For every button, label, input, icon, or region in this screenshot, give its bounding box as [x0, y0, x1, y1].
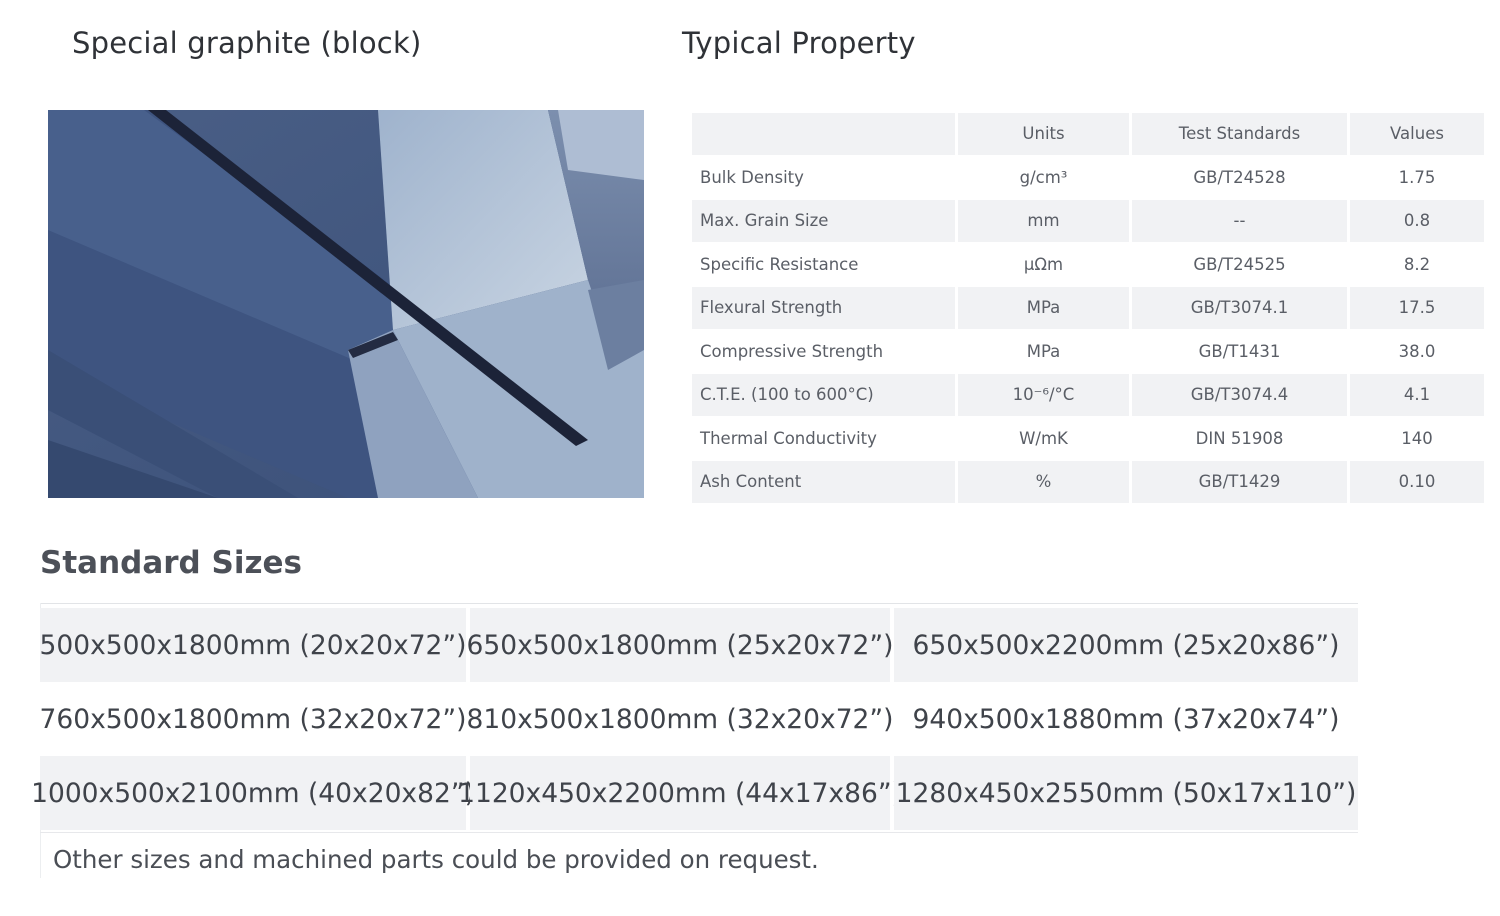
- header-test-standards: Test Standards: [1132, 113, 1350, 157]
- header-blank: [692, 113, 958, 157]
- property-value: 0.8: [1350, 200, 1484, 244]
- property-table: Units Test Standards Values Bulk Density…: [692, 113, 1484, 505]
- property-value: 1.75: [1350, 156, 1484, 200]
- table-row: C.T.E. (100 to 600°C) 10⁻⁶/°C GB/T3074.4…: [692, 374, 1484, 418]
- size-cell: 810x500x1800mm (32x20x72”): [467, 682, 894, 756]
- typical-property-title: Typical Property: [682, 26, 916, 60]
- sizes-row: 1000x500x2100mm (40x20x82”) 1120x450x220…: [31, 756, 1358, 830]
- table-row: Specific Resistance μΩm GB/T24525 8.2: [692, 243, 1484, 287]
- size-cell: 500x500x1800mm (20x20x72”): [40, 608, 470, 682]
- graphite-block-photo: [48, 110, 644, 498]
- property-standard: GB/T24528: [1132, 156, 1350, 200]
- property-value: 17.5: [1350, 287, 1484, 331]
- property-value: 4.1: [1350, 374, 1484, 418]
- property-name: Ash Content: [692, 461, 958, 505]
- divider: [40, 603, 1358, 604]
- property-name: Specific Resistance: [692, 243, 958, 287]
- property-value: 8.2: [1350, 243, 1484, 287]
- property-standard: GB/T3074.4: [1132, 374, 1350, 418]
- table-row: Thermal Conductivity W/mK DIN 51908 140: [692, 417, 1484, 461]
- property-unit: MPa: [958, 330, 1132, 374]
- product-title: Special graphite (block): [72, 26, 422, 60]
- standard-sizes-grid: 500x500x1800mm (20x20x72”) 650x500x1800m…: [31, 608, 1358, 830]
- property-standard: GB/T1431: [1132, 330, 1350, 374]
- property-name: Max. Grain Size: [692, 200, 958, 244]
- property-value: 38.0: [1350, 330, 1484, 374]
- property-unit: 10⁻⁶/°C: [958, 374, 1132, 418]
- property-header-row: Units Test Standards Values: [692, 113, 1484, 157]
- property-standard: GB/T1429: [1132, 461, 1350, 505]
- property-name: Thermal Conductivity: [692, 417, 958, 461]
- property-standard: GB/T3074.1: [1132, 287, 1350, 331]
- property-standard: DIN 51908: [1132, 417, 1350, 461]
- property-unit: μΩm: [958, 243, 1132, 287]
- property-name: Bulk Density: [692, 156, 958, 200]
- property-name: Flexural Strength: [692, 287, 958, 331]
- sizes-row: 500x500x1800mm (20x20x72”) 650x500x1800m…: [40, 608, 1358, 682]
- property-unit: MPa: [958, 287, 1132, 331]
- size-cell: 1000x500x2100mm (40x20x82”): [31, 756, 475, 830]
- sizes-footnote: Other sizes and machined parts could be …: [53, 845, 819, 874]
- property-standard: GB/T24525: [1132, 243, 1350, 287]
- table-row: Max. Grain Size mm -- 0.8: [692, 200, 1484, 244]
- property-value: 0.10: [1350, 461, 1484, 505]
- table-row: Flexural Strength MPa GB/T3074.1 17.5: [692, 287, 1484, 331]
- header-units: Units: [958, 113, 1132, 157]
- size-cell: 940x500x1880mm (37x20x74”): [894, 682, 1358, 756]
- table-row: Compressive Strength MPa GB/T1431 38.0: [692, 330, 1484, 374]
- table-row: Bulk Density g/cm³ GB/T24528 1.75: [692, 156, 1484, 200]
- property-value: 140: [1350, 417, 1484, 461]
- property-unit: mm: [958, 200, 1132, 244]
- sizes-row: 760x500x1800mm (32x20x72”) 810x500x1800m…: [40, 682, 1358, 756]
- standard-sizes-heading: Standard Sizes: [40, 545, 302, 581]
- size-cell: 1280x450x2550mm (50x17x110”): [894, 756, 1358, 830]
- property-unit: g/cm³: [958, 156, 1132, 200]
- property-unit: %: [958, 461, 1132, 505]
- size-cell: 1120x450x2200mm (44x17x86”): [458, 756, 902, 830]
- property-name: C.T.E. (100 to 600°C): [692, 374, 958, 418]
- divider: [40, 832, 1358, 833]
- property-unit: W/mK: [958, 417, 1132, 461]
- table-row: Ash Content % GB/T1429 0.10: [692, 461, 1484, 505]
- header-values: Values: [1350, 113, 1484, 157]
- property-standard: --: [1132, 200, 1350, 244]
- size-cell: 650x500x2200mm (25x20x86”): [894, 608, 1358, 682]
- property-name: Compressive Strength: [692, 330, 958, 374]
- size-cell: 650x500x1800mm (25x20x72”): [467, 608, 894, 682]
- size-cell: 760x500x1800mm (32x20x72”): [40, 682, 470, 756]
